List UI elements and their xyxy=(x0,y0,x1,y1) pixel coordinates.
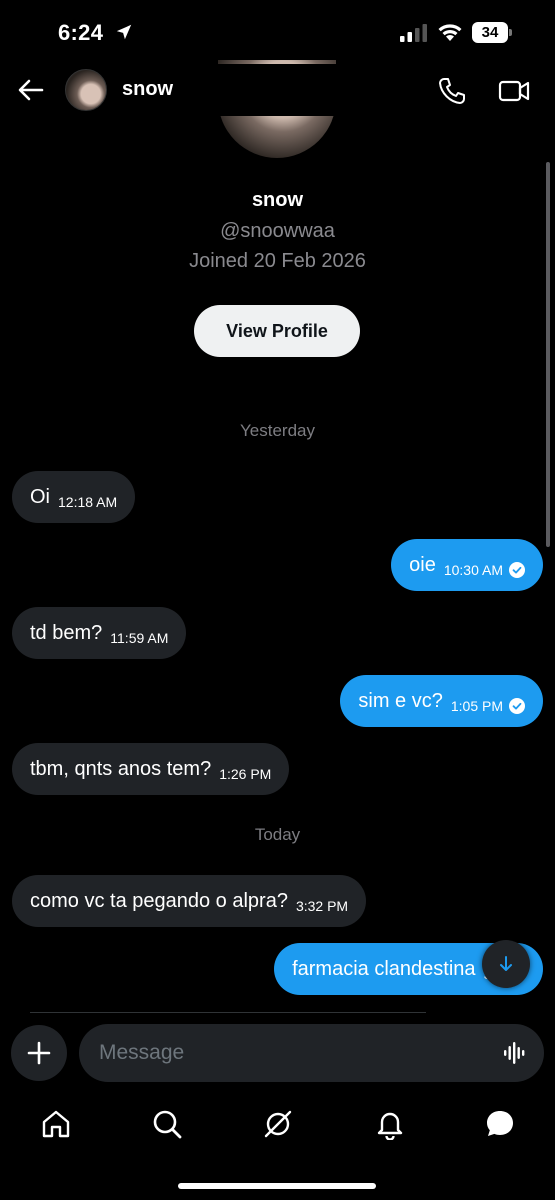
message-time: 1:26 PM xyxy=(219,766,272,782)
voice-message-icon[interactable] xyxy=(502,1040,528,1066)
message-bubble-incoming[interactable]: como vc ta pegando o alpra? 3:32 PM xyxy=(12,875,367,927)
arrow-down-icon xyxy=(500,956,512,971)
grok-icon[interactable] xyxy=(262,1108,294,1140)
profile-handle: @snoowwaa xyxy=(220,220,335,242)
home-icon[interactable] xyxy=(40,1108,72,1140)
day-separator-yesterday: Yesterday xyxy=(240,421,315,440)
message-text: sim e vc? xyxy=(358,689,443,712)
message-text: td bem? xyxy=(30,621,103,644)
conversation-title[interactable]: snow xyxy=(122,78,173,101)
message-bubble-outgoing[interactable]: oie 10:30 AM xyxy=(391,539,543,591)
battery-level: 34 xyxy=(481,24,499,41)
message-bubble-incoming[interactable]: tbm, qnts anos tem? 1:26 PM xyxy=(12,743,290,795)
location-arrow-icon xyxy=(116,24,132,40)
arrow-left-icon xyxy=(18,79,44,101)
message-time: 1:05 PM xyxy=(450,698,503,714)
message-text: como vc ta pegando o alpra? xyxy=(30,889,288,912)
phone-call-icon[interactable] xyxy=(437,76,467,106)
divider xyxy=(30,1012,426,1013)
scroll-to-bottom-button[interactable] xyxy=(482,940,530,988)
day-separator-today: Today xyxy=(254,825,301,844)
plus-icon xyxy=(27,1041,51,1065)
search-icon[interactable] xyxy=(151,1108,183,1140)
message-bubble-incoming[interactable]: Oi 12:18 AM xyxy=(12,471,136,523)
battery-indicator: 34 xyxy=(472,22,512,43)
profile-joined-date: Joined 20 Feb 2026 xyxy=(189,250,366,272)
cellular-signal-icon xyxy=(400,24,427,42)
message-text: oie xyxy=(409,553,436,576)
video-call-icon[interactable] xyxy=(497,76,531,106)
status-time: 6:24 xyxy=(58,20,104,45)
avatar[interactable] xyxy=(65,69,107,111)
bottom-navigation xyxy=(0,1100,555,1152)
status-bar: 6:24 34 xyxy=(0,0,555,64)
message-time: 3:32 PM xyxy=(295,898,349,914)
message-time: 12:18 AM xyxy=(58,494,118,510)
back-button[interactable] xyxy=(16,76,46,104)
read-check-icon xyxy=(509,698,525,714)
home-indicator xyxy=(178,1183,376,1189)
message-bubble-outgoing[interactable]: sim e vc? 1:05 PM xyxy=(340,675,543,727)
message-text: tbm, qnts anos tem? xyxy=(30,757,212,780)
message-text: Oi xyxy=(30,485,50,508)
conversation-header: snow xyxy=(0,64,555,116)
add-attachment-button[interactable] xyxy=(11,1025,67,1081)
scrollbar[interactable] xyxy=(546,162,550,547)
message-input[interactable] xyxy=(79,1024,544,1082)
view-profile-button[interactable]: View Profile xyxy=(194,305,360,357)
profile-name: snow xyxy=(251,189,304,211)
message-bubble-incoming[interactable]: td bem? 11:59 AM xyxy=(12,607,187,659)
messages-icon[interactable] xyxy=(484,1108,516,1140)
message-time: 11:59 AM xyxy=(110,630,169,646)
read-check-icon xyxy=(509,562,525,578)
message-text: farmacia clandestina xyxy=(292,957,476,980)
wifi-icon xyxy=(438,24,462,41)
message-time: 10:30 AM xyxy=(443,562,503,578)
notifications-icon[interactable] xyxy=(374,1108,406,1140)
